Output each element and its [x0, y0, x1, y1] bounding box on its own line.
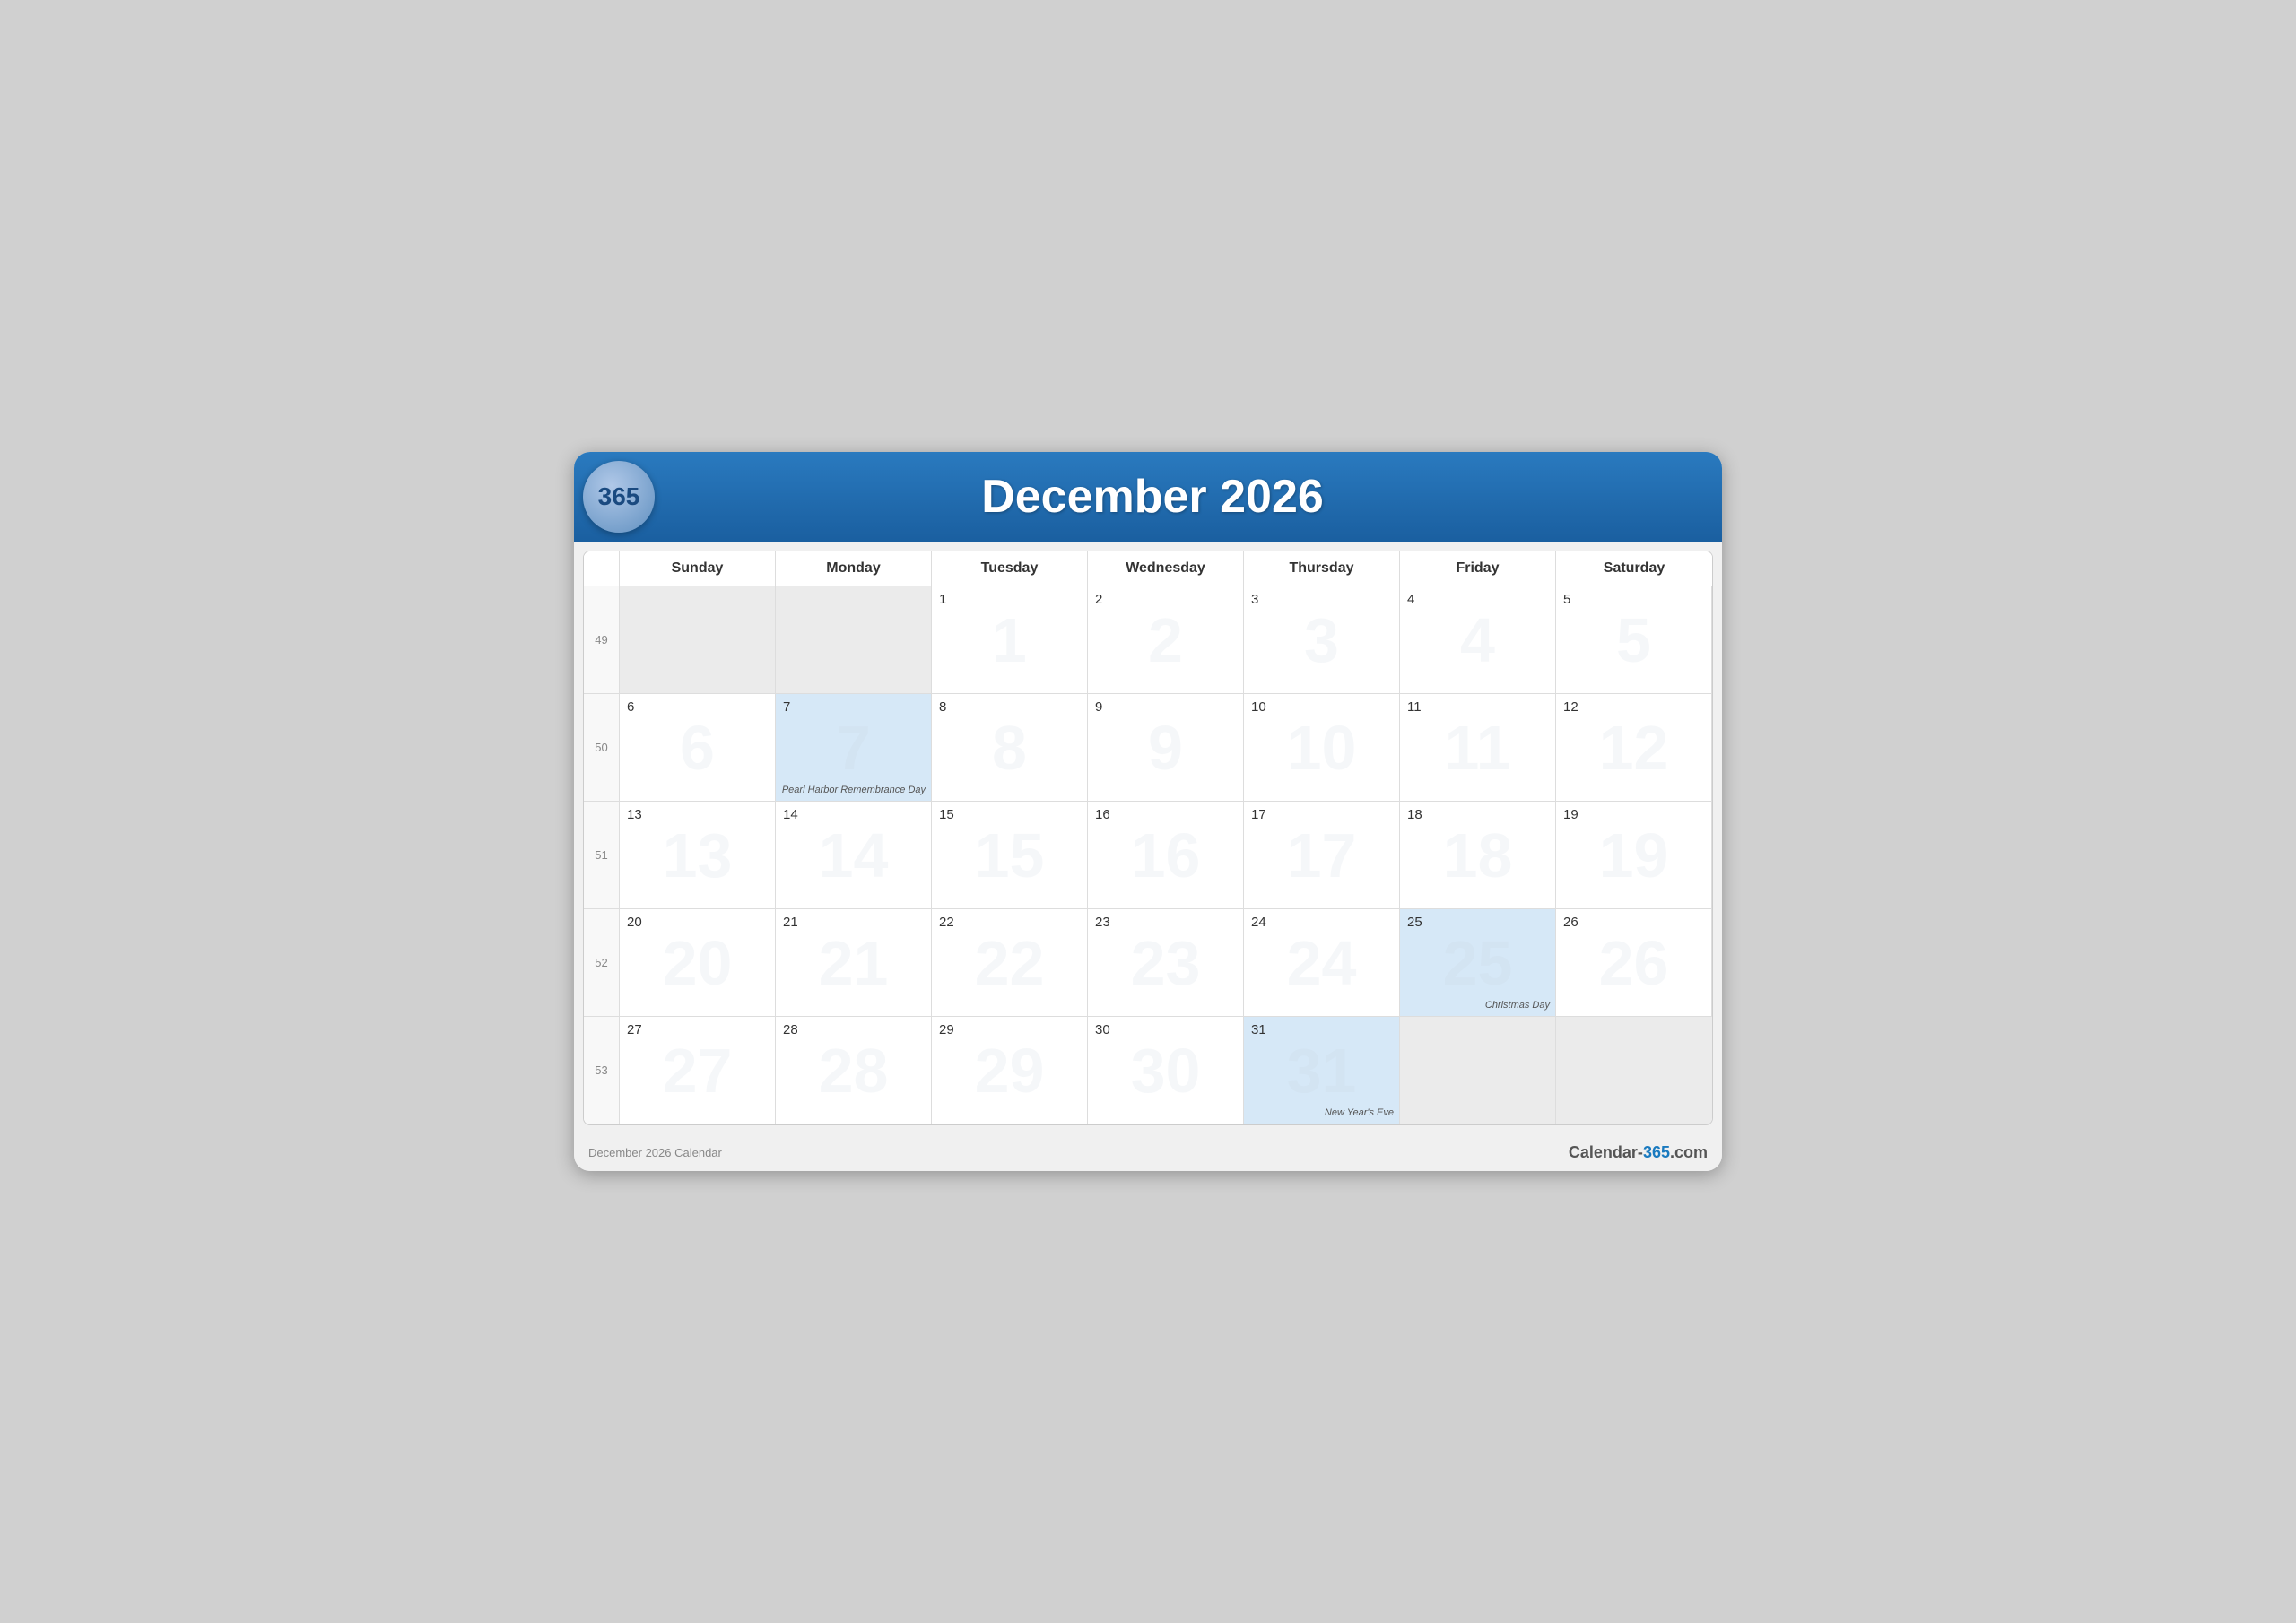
- week-number-51: 51: [584, 802, 620, 909]
- calendar-cell-4[interactable]: 44: [1400, 586, 1556, 694]
- logo: 365: [583, 461, 655, 533]
- calendar-cell-6[interactable]: 66: [620, 694, 776, 802]
- calendar-cell-31[interactable]: 3131New Year's Eve: [1244, 1017, 1400, 1124]
- calendar-cell-24[interactable]: 2424: [1244, 909, 1400, 1017]
- date-number: 15: [939, 807, 1080, 822]
- calendar-cell-12[interactable]: 1212: [1556, 694, 1712, 802]
- date-number: 12: [1563, 699, 1704, 715]
- footer-brand: Calendar-365.com: [1569, 1143, 1708, 1162]
- holiday-name: New Year's Eve: [1325, 1107, 1394, 1118]
- calendar-cell-27[interactable]: 2727: [620, 1017, 776, 1124]
- calendar-cell-30[interactable]: 3030: [1088, 1017, 1244, 1124]
- calendar-header: 365 December 2026: [574, 452, 1722, 542]
- brand-text: Calendar-365.com: [1569, 1143, 1708, 1161]
- date-number: 19: [1563, 807, 1704, 822]
- date-number: 7: [783, 699, 924, 715]
- calendar-cell-9[interactable]: 99: [1088, 694, 1244, 802]
- calendar-cell-29[interactable]: 2929: [932, 1017, 1088, 1124]
- day-header-wednesday: Wednesday: [1088, 551, 1244, 586]
- date-number: 1: [939, 592, 1080, 607]
- day-header-thursday: Thursday: [1244, 551, 1400, 586]
- date-number: 13: [627, 807, 768, 822]
- calendar-cell-2[interactable]: 22: [1088, 586, 1244, 694]
- calendar-cell-3[interactable]: 33: [1244, 586, 1400, 694]
- week-number-49: 49: [584, 586, 620, 694]
- day-header-saturday: Saturday: [1556, 551, 1712, 586]
- date-number: 26: [1563, 915, 1704, 930]
- calendar-cell-empty[interactable]: [1400, 1017, 1556, 1124]
- date-number: 5: [1563, 592, 1704, 607]
- calendar-cell-1[interactable]: 11: [932, 586, 1088, 694]
- date-number: 30: [1095, 1022, 1236, 1037]
- calendar-cell-20[interactable]: 2020: [620, 909, 776, 1017]
- holiday-name: Christmas Day: [1485, 1000, 1550, 1011]
- calendar-cell-18[interactable]: 1818: [1400, 802, 1556, 909]
- date-number: 10: [1251, 699, 1392, 715]
- date-number: 3: [1251, 592, 1392, 607]
- footer-label: December 2026 Calendar: [588, 1146, 722, 1159]
- calendar-cell-empty[interactable]: [776, 586, 932, 694]
- calendar-cell-8[interactable]: 88: [932, 694, 1088, 802]
- calendar-cell-25[interactable]: 2525Christmas Day: [1400, 909, 1556, 1017]
- day-header-monday: Monday: [776, 551, 932, 586]
- calendar-cell-10[interactable]: 1010: [1244, 694, 1400, 802]
- date-number: 18: [1407, 807, 1548, 822]
- date-number: 2: [1095, 592, 1236, 607]
- date-number: 29: [939, 1022, 1080, 1037]
- calendar-cell-empty[interactable]: [620, 586, 776, 694]
- calendar-cell-16[interactable]: 1616: [1088, 802, 1244, 909]
- days-header: Sunday Monday Tuesday Wednesday Thursday…: [584, 551, 1712, 586]
- calendar-cell-23[interactable]: 2323: [1088, 909, 1244, 1017]
- date-number: 23: [1095, 915, 1236, 930]
- week-num-header: [584, 551, 620, 586]
- calendar-cell-7[interactable]: 77Pearl Harbor Remembrance Day: [776, 694, 932, 802]
- week-number-52: 52: [584, 909, 620, 1017]
- calendar-cell-15[interactable]: 1515: [932, 802, 1088, 909]
- date-number: 4: [1407, 592, 1548, 607]
- calendar-cell-5[interactable]: 55: [1556, 586, 1712, 694]
- calendar-cell-14[interactable]: 1414: [776, 802, 932, 909]
- date-number: 17: [1251, 807, 1392, 822]
- calendar-cell-26[interactable]: 2626: [1556, 909, 1712, 1017]
- holiday-name: Pearl Harbor Remembrance Day: [782, 785, 926, 795]
- calendar-cell-17[interactable]: 1717: [1244, 802, 1400, 909]
- calendar-cell-11[interactable]: 1111: [1400, 694, 1556, 802]
- calendar-body: Sunday Monday Tuesday Wednesday Thursday…: [583, 551, 1713, 1125]
- date-number: 14: [783, 807, 924, 822]
- calendar-cell-21[interactable]: 2121: [776, 909, 932, 1017]
- date-number: 25: [1407, 915, 1548, 930]
- day-header-friday: Friday: [1400, 551, 1556, 586]
- calendar-cell-empty[interactable]: [1556, 1017, 1712, 1124]
- calendar-cell-28[interactable]: 2828: [776, 1017, 932, 1124]
- date-number: 28: [783, 1022, 924, 1037]
- date-number: 9: [1095, 699, 1236, 715]
- day-header-sunday: Sunday: [620, 551, 776, 586]
- date-number: 22: [939, 915, 1080, 930]
- date-number: 20: [627, 915, 768, 930]
- day-header-tuesday: Tuesday: [932, 551, 1088, 586]
- calendar-cell-19[interactable]: 1919: [1556, 802, 1712, 909]
- date-number: 27: [627, 1022, 768, 1037]
- date-number: 6: [627, 699, 768, 715]
- date-number: 16: [1095, 807, 1236, 822]
- calendar-footer: December 2026 Calendar Calendar-365.com: [574, 1134, 1722, 1171]
- date-number: 21: [783, 915, 924, 930]
- date-number: 31: [1251, 1022, 1392, 1037]
- calendar-title: December 2026: [673, 470, 1704, 524]
- calendar-container: 365 December 2026 Sunday Monday Tuesday …: [574, 452, 1722, 1171]
- date-number: 11: [1407, 699, 1548, 715]
- calendar-cell-13[interactable]: 1313: [620, 802, 776, 909]
- date-number: 8: [939, 699, 1080, 715]
- calendar-grid: 491122334455506677Pearl Harbor Remembran…: [584, 586, 1712, 1124]
- week-number-53: 53: [584, 1017, 620, 1124]
- date-number: 24: [1251, 915, 1392, 930]
- calendar-cell-22[interactable]: 2222: [932, 909, 1088, 1017]
- week-number-50: 50: [584, 694, 620, 802]
